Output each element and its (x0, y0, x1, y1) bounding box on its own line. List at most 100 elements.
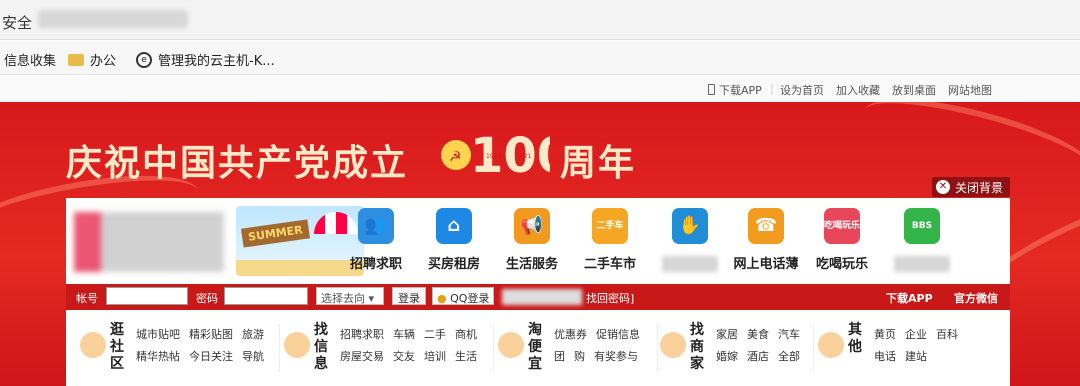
qq-login-button[interactable]: ● QQ登录 (432, 287, 495, 305)
category-link[interactable]: 城市贴吧 (136, 328, 180, 341)
link-add-favorite[interactable]: 加入收藏 (836, 82, 880, 98)
category-link[interactable]: 导航 (242, 350, 264, 363)
cart-icon (498, 332, 524, 358)
nav-item-7[interactable]: BBS (882, 208, 962, 272)
nav-item-6[interactable]: 吃喝玩乐 吃喝玩乐 (802, 208, 882, 272)
category-link[interactable]: 家居 (716, 328, 738, 341)
category-cart: 淘便宜 优惠券 促销信息团购有奖参与 (498, 318, 658, 378)
wechat-link[interactable]: 官方微信 (954, 290, 998, 306)
site-logo[interactable] (74, 212, 224, 272)
category-link[interactable]: 百科 (936, 328, 958, 341)
category-link[interactable]: 黄页 (874, 328, 896, 341)
main-panel: SUMMER 👥 招聘求职 ⌂ 买房租房 📢 生活服务 二手车 二手车市 ✋ ☎ 网上电话薄 吃喝玩乐… (66, 198, 1010, 386)
celebration-banner: 庆祝中国共产党成立 ☭ 100 1921 2021 周年 ✕ 关闭背景 SUMM… (0, 102, 1080, 386)
category-link[interactable]: 购 (574, 350, 585, 363)
category-link[interactable]: 全部 (778, 350, 800, 363)
category-link[interactable]: 车辆 (393, 328, 415, 341)
nav-item-2[interactable]: 📢 生活服务 (492, 208, 572, 272)
headline-left: 庆祝中国共产党成立 (66, 143, 409, 184)
chat-icon (80, 332, 106, 358)
forgot-password-link[interactable]: 找回密码] (586, 290, 634, 306)
nav-item-5[interactable]: ☎ 网上电话薄 (726, 208, 806, 272)
password-input[interactable] (224, 287, 308, 305)
category-link[interactable]: 培训 (424, 350, 446, 363)
security-label: 安全 (2, 14, 33, 32)
category-link[interactable]: 招聘求职 (340, 328, 384, 341)
category-cup: 找信息 招聘求职 车辆 二手 商机房屋交易 交友 培训 生活 (284, 318, 494, 378)
bookmark-cloud[interactable]: e 管理我的云主机-K... (136, 50, 275, 69)
bookmark-info[interactable]: 信息收集 (4, 50, 56, 69)
destination-select[interactable]: 选择去向 ▾ (316, 287, 384, 305)
centenary-emblem: ☭ 100 1921 2021 (441, 130, 550, 180)
megaphone-icon: 📢 (514, 208, 550, 244)
category-location: 找商家 家居 美食 汽车婚嫁 酒店 全部 (660, 318, 814, 378)
category-link[interactable]: 生活 (455, 350, 477, 363)
link-download-app[interactable]: 下载APP (708, 82, 762, 98)
login-button[interactable]: 登录 (392, 287, 426, 305)
nav-label: 网上电话薄 (733, 257, 799, 272)
category-link[interactable]: 精华热帖 (136, 350, 180, 363)
category-link[interactable]: 房屋交易 (340, 350, 384, 363)
qq-icon: ● (437, 292, 447, 305)
category-link[interactable]: 二手 (424, 328, 446, 341)
category-link[interactable]: 商机 (455, 328, 477, 341)
car-icon: 二手车 (592, 208, 628, 244)
account-label: 帐号 (76, 292, 98, 305)
nav-item-4[interactable]: ✋ (650, 208, 730, 272)
category-link[interactable]: 旅游 (242, 328, 264, 341)
emblem-year-end: 2021 (516, 153, 531, 160)
address-bar[interactable]: 安全 (0, 0, 1080, 40)
login-bar: 帐号 密码 选择去向 ▾ 登录 ● QQ登录 找回密码] 下载APP 官方微信 (66, 284, 1010, 310)
emblem-year-start: 1921 (486, 153, 501, 160)
category-link[interactable]: 美食 (747, 328, 769, 341)
bbs-icon: BBS (904, 208, 940, 244)
cup-icon (284, 332, 310, 358)
category-link[interactable]: 优惠券 (554, 328, 587, 341)
link-sitemap[interactable]: 网站地图 (948, 82, 992, 98)
category-title: 找商家 (690, 322, 704, 372)
category-chat: 逛社区 城市贴吧 精彩贴图 旅游精华热帖 今日关注 导航 (80, 318, 280, 378)
category-link[interactable]: 电话 (874, 350, 896, 363)
link-set-home[interactable]: 设为首页 (780, 82, 824, 98)
svg-text:☭: ☭ (449, 149, 462, 165)
top-links: 下载APP | 设为首页 加入收藏 放到桌面 网站地图 (0, 76, 1080, 102)
cloud-icon: e (136, 51, 152, 68)
nav-label: 生活服务 (505, 257, 558, 272)
category-title: 找信息 (314, 322, 328, 372)
nav-label: 招聘求职 (349, 257, 402, 272)
category-pin: 其他 黄页 企业 百科电话 建站 (818, 318, 1008, 378)
account-input[interactable] (106, 287, 188, 305)
close-background-button[interactable]: ✕ 关闭背景 (932, 177, 1011, 197)
category-link[interactable]: 今日关注 (189, 350, 233, 363)
food-icon: 吃喝玩乐 (824, 208, 860, 244)
category-link[interactable]: 促销信息 (596, 328, 640, 341)
category-title: 其他 (848, 322, 862, 355)
house-icon: ⌂ (436, 208, 472, 244)
nav-label: 买房租房 (427, 257, 480, 272)
download-app-link[interactable]: 下载APP (886, 290, 933, 306)
category-link[interactable]: 精彩贴图 (189, 328, 233, 341)
category-link[interactable]: 团 (554, 350, 565, 363)
category-link[interactable]: 有奖参与 (594, 350, 638, 363)
category-link[interactable]: 企业 (905, 328, 927, 341)
category-title: 逛社区 (110, 322, 124, 372)
nav-label: 二手车市 (583, 257, 636, 272)
category-link[interactable]: 酒店 (747, 350, 769, 363)
close-icon: ✕ (936, 180, 950, 194)
phone-icon: ☎ (748, 208, 784, 244)
category-link[interactable]: 交友 (393, 350, 415, 363)
nav-item-0[interactable]: 👥 招聘求职 (336, 208, 416, 272)
category-title: 淘便宜 (528, 322, 542, 372)
hand-icon: ✋ (672, 208, 708, 244)
emblem-number: 100 (470, 130, 550, 180)
people-icon: 👥 (358, 208, 394, 244)
category-link[interactable]: 汽车 (778, 328, 800, 341)
nav-item-3[interactable]: 二手车 二手车市 (570, 208, 650, 272)
summer-sign: SUMMER (241, 219, 310, 248)
category-link[interactable]: 建站 (905, 350, 927, 363)
link-desktop[interactable]: 放到桌面 (892, 82, 936, 98)
bookmark-office[interactable]: 办公 (68, 50, 116, 69)
nav-item-1[interactable]: ⌂ 买房租房 (414, 208, 494, 272)
category-link[interactable]: 婚嫁 (716, 350, 738, 363)
pin-icon (818, 332, 844, 358)
